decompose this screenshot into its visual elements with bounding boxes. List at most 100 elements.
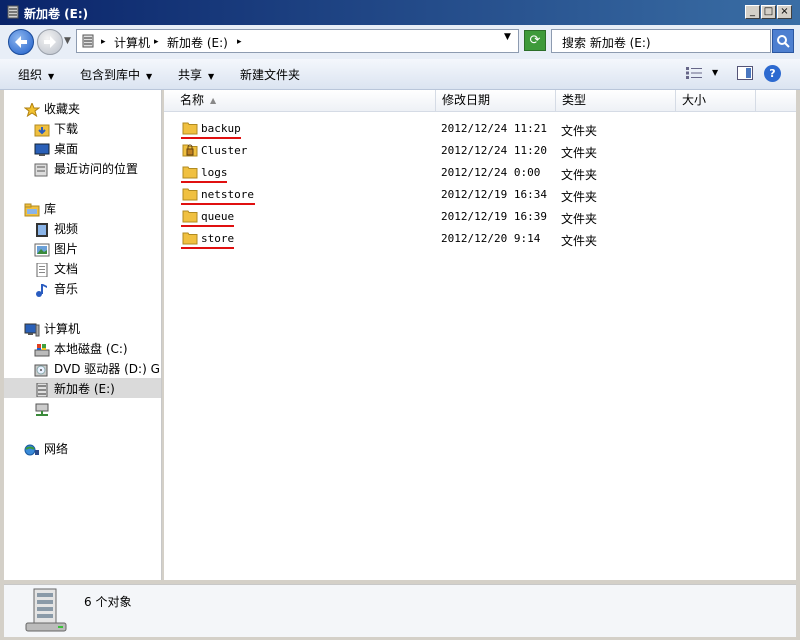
nav-videos[interactable]: 视频 [34,219,78,239]
column-name[interactable]: 名称 ▲ [174,90,436,111]
file-modified-date: 2012/12/19 16:39 [441,210,547,223]
library-icon [24,203,40,216]
close-button[interactable]: × [777,5,792,19]
window-title: 新加卷 (E:) [24,7,89,21]
folder-icon [182,210,198,223]
folder-icon [182,188,198,201]
file-name[interactable]: store [201,232,234,245]
nav-local-disk[interactable]: 本地磁盘 (C:) [34,339,128,359]
search-input[interactable]: 搜索 新加卷 (E:) [551,29,771,53]
star-icon [24,102,40,117]
folder-icon [182,232,198,245]
address-dropdown-icon[interactable]: ▼ [504,32,511,42]
column-size[interactable]: 大小 [676,90,756,111]
help-icon[interactable]: ? [764,65,781,82]
refresh-button[interactable]: ⟳ [524,30,546,51]
table-row[interactable]: queue 2012/12/19 16:39 文件夹 [164,206,796,228]
nav-dvd-drive[interactable]: DVD 驱动器 (D:) GF [34,359,161,379]
nav-libraries[interactable]: 库 [24,199,56,219]
column-header: 名称 ▲ 修改日期 类型 大小 [164,90,796,112]
address-bar-area: ▼ ▸ 计算机 ▸ 新加卷 (E:) ▸ ▼ ⟳ 搜索 新加卷 (E:) [0,25,800,59]
file-modified-date: 2012/12/24 11:20 [441,144,547,157]
view-options-icon[interactable] [686,67,702,79]
drive-icon [36,382,48,397]
nav-new-volume[interactable]: 新加卷 (E:) [34,379,115,399]
maximize-button[interactable]: □ [761,5,776,19]
table-row[interactable]: netstore 2012/12/19 16:34 文件夹 [164,184,796,206]
breadcrumb-arrow-icon[interactable]: ▸ [101,37,106,47]
nav-downloads[interactable]: 下载 [34,119,78,139]
table-row[interactable]: store 2012/12/20 9:14 文件夹 [164,228,796,250]
table-row[interactable]: logs 2012/12/24 0:00 文件夹 [164,162,796,184]
preview-pane-icon[interactable] [737,66,753,80]
search-button[interactable] [772,29,794,53]
minimize-button[interactable]: _ [745,5,760,19]
command-bar: 组织 ▼ 包含到库中 ▼ 共享 ▼ 新建文件夹 ▼ ? [0,59,800,90]
file-type: 文件夹 [561,146,598,160]
desktop-icon [34,143,50,156]
file-list-pane: 名称 ▲ 修改日期 类型 大小 backup 2012/12/24 11:21 文件夹… [164,90,796,580]
red-underline-annotation [181,203,255,205]
file-name[interactable]: logs [201,166,228,179]
breadcrumb-arrow-icon[interactable]: ▸ [237,37,242,47]
sort-ascending-icon: ▲ [210,96,217,105]
network-drive-icon [35,403,49,416]
share-button[interactable]: 共享 ▼ [178,66,214,83]
drive-large-icon [25,588,67,632]
network-icon [24,444,39,455]
breadcrumb-new-volume[interactable]: 新加卷 (E:) [167,34,228,51]
nav-recent-places[interactable]: 最近访问的位置 [34,159,138,179]
file-name[interactable]: backup [201,122,241,135]
file-name[interactable]: netstore [201,188,254,201]
red-underline-annotation [181,247,234,249]
breadcrumb-computer[interactable]: 计算机 [114,34,150,51]
drive-icon [82,34,94,48]
history-dropdown-icon[interactable]: ▼ [64,36,71,46]
back-button[interactable] [8,29,34,55]
file-type: 文件夹 [561,124,598,138]
system-drive-icon [34,343,50,356]
table-row[interactable]: Cluster 2012/12/24 11:20 文件夹 [164,140,796,162]
forward-arrow-icon [44,36,56,48]
nav-network-drive[interactable] [34,399,54,419]
file-modified-date: 2012/12/19 16:34 [441,188,547,201]
nav-documents[interactable]: 文档 [34,259,78,279]
file-type: 文件夹 [561,212,598,226]
file-modified-date: 2012/12/24 11:21 [441,122,547,135]
details-pane: 6 个对象 [4,584,796,637]
new-folder-button[interactable]: 新建文件夹 [240,66,300,83]
back-arrow-icon [15,36,27,48]
search-icon [777,35,790,48]
computer-icon [24,323,40,336]
nav-desktop[interactable]: 桌面 [34,139,78,159]
organize-button[interactable]: 组织 ▼ [18,66,54,83]
file-type: 文件夹 [561,190,598,204]
address-box[interactable]: ▸ 计算机 ▸ 新加卷 (E:) ▸ [76,29,519,53]
file-name[interactable]: queue [201,210,234,223]
drive-icon [7,5,19,19]
search-placeholder: 搜索 新加卷 (E:) [562,36,651,50]
nav-network[interactable]: 网络 [24,439,68,459]
red-underline-annotation [181,137,241,139]
view-dropdown-icon[interactable]: ▼ [712,68,718,77]
nav-favorites[interactable]: 收藏夹 [24,99,80,119]
downloads-folder-icon [34,124,50,136]
pictures-icon [34,243,50,256]
forward-button[interactable] [37,29,63,55]
dvd-drive-icon [34,364,48,376]
nav-music[interactable]: 音乐 [34,279,78,299]
nav-pictures[interactable]: 图片 [34,239,78,259]
column-modified[interactable]: 修改日期 [436,90,556,111]
table-row[interactable]: backup 2012/12/24 11:21 文件夹 [164,118,796,140]
video-icon [36,222,48,237]
file-modified-date: 2012/12/24 0:00 [441,166,541,179]
red-underline-annotation [181,225,234,227]
column-type[interactable]: 类型 [556,90,676,111]
music-icon [36,283,47,297]
file-name[interactable]: Cluster [201,144,247,157]
documents-icon [36,262,48,277]
include-in-library-button[interactable]: 包含到库中 ▼ [80,66,152,83]
red-underline-annotation [181,181,227,183]
nav-computer[interactable]: 计算机 [24,319,80,339]
breadcrumb-arrow-icon[interactable]: ▸ [154,37,159,47]
